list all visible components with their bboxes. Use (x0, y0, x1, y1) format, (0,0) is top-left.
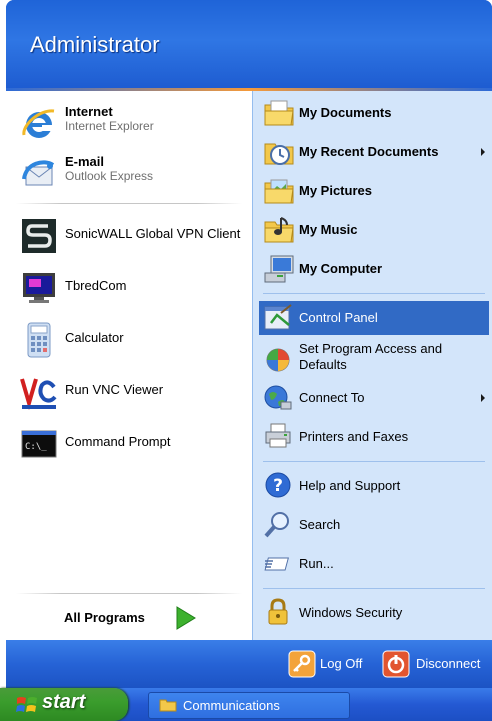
help-separator (263, 461, 485, 462)
vnc-viewer-label: Run VNC Viewer (65, 382, 164, 397)
my-computer-label: My Computer (299, 261, 383, 276)
recent-calculator[interactable]: Calculator (20, 317, 246, 361)
task-label: Communications (183, 698, 280, 713)
printers-faxes-item[interactable]: Printers and Faxes (259, 419, 489, 455)
recent-tbredcom[interactable]: TbredCom (20, 265, 246, 309)
my-computer-icon (264, 255, 294, 283)
set-program-access-line1: Set Program Access and (299, 341, 443, 356)
calculator-icon (27, 322, 51, 358)
calculator-label: Calculator (65, 330, 124, 345)
all-programs-separator (16, 593, 242, 594)
windows-security-item[interactable]: Windows Security (259, 595, 489, 631)
all-programs-label: All Programs (64, 610, 145, 625)
folder-icon (159, 699, 177, 712)
taskbar-button-communications[interactable]: Communications (148, 692, 350, 719)
svg-text:?: ? (273, 476, 283, 496)
email-subtitle: Outlook Express (65, 169, 154, 183)
control-panel-item[interactable]: Control Panel (259, 301, 489, 335)
recent-sonicwall[interactable]: SonicWALL Global VPN Client (20, 213, 246, 257)
my-documents-item[interactable]: My Documents (259, 95, 489, 131)
log-off-button[interactable]: Log Off (288, 648, 374, 680)
submenu-arrow-icon (481, 394, 485, 402)
search-label: Search (299, 517, 341, 532)
all-programs-button[interactable]: All Programs (46, 601, 236, 635)
command-prompt-icon: C:\_ (21, 430, 57, 458)
my-documents-label: My Documents (299, 105, 392, 120)
power-icon (382, 650, 410, 678)
pinned-internet[interactable]: Internet Internet Explorer (20, 101, 240, 145)
run-item[interactable]: Run... (259, 546, 489, 582)
disconnect-label: Disconnect (416, 656, 481, 671)
my-recent-documents-label: My Recent Documents (299, 144, 439, 159)
control-panel-label: Control Panel (299, 310, 378, 325)
pinned-email[interactable]: E-mail Outlook Express (20, 151, 240, 195)
start-button[interactable]: start (0, 688, 128, 721)
recent-documents-icon (264, 143, 294, 165)
windows-logo-icon (16, 697, 37, 712)
internet-explorer-icon (22, 109, 55, 138)
tbredcom-icon (23, 273, 55, 303)
my-pictures-icon (264, 179, 294, 204)
my-computer-item[interactable]: My Computer (259, 251, 489, 287)
run-label: Run... (299, 556, 334, 571)
internet-title: Internet (65, 104, 113, 119)
disconnect-button[interactable]: Disconnect (382, 648, 488, 680)
sonicwall-label: SonicWALL Global VPN Client (65, 226, 241, 241)
green-arrow-icon (176, 606, 196, 630)
sonicwall-icon (22, 219, 56, 253)
my-music-label: My Music (299, 222, 358, 237)
start-menu: Administrator Internet Internet Explorer (6, 0, 492, 688)
printers-faxes-label: Printers and Faxes (299, 429, 409, 444)
email-title: E-mail (65, 154, 105, 169)
connect-to-icon (264, 385, 292, 410)
search-icon (264, 512, 289, 538)
programs-pane: Internet Internet Explorer E-mail Outloo… (6, 91, 252, 640)
run-icon (264, 557, 289, 571)
recent-command-prompt[interactable]: C:\_ Command Prompt (20, 421, 246, 465)
tbredcom-label: TbredCom (65, 278, 127, 293)
connect-to-label: Connect To (299, 390, 365, 405)
username-label: Administrator (30, 32, 160, 57)
set-program-access-item[interactable]: Set Program Access and Defaults (259, 339, 489, 379)
outlook-express-icon (22, 160, 55, 186)
svg-text:C:\_: C:\_ (25, 442, 47, 452)
submenu-arrow-icon (481, 148, 485, 156)
my-music-icon (264, 217, 294, 243)
lock-icon (268, 598, 288, 625)
set-program-access-line2: Defaults (299, 357, 347, 372)
recent-vnc-viewer[interactable]: Run VNC Viewer (20, 369, 246, 413)
places-pane: My Documents My Recent Documents My Pict… (252, 91, 492, 640)
my-documents-icon (264, 100, 294, 126)
pinned-separator (16, 203, 242, 204)
printer-icon (265, 423, 291, 448)
program-access-icon (266, 348, 290, 372)
help-icon: ? (265, 472, 291, 498)
start-label: start (42, 691, 86, 713)
control-panel-icon (264, 304, 292, 330)
search-item[interactable]: Search (259, 507, 489, 543)
key-icon (288, 650, 316, 678)
security-separator (263, 588, 485, 589)
connect-to-item[interactable]: Connect To (259, 380, 489, 416)
my-pictures-item[interactable]: My Pictures (259, 173, 489, 209)
start-menu-footer: Log Off Disconnect (6, 640, 492, 688)
my-pictures-label: My Pictures (299, 183, 372, 198)
start-menu-header: Administrator (6, 0, 492, 90)
internet-subtitle: Internet Explorer (65, 119, 154, 133)
windows-security-label: Windows Security (299, 605, 403, 620)
command-prompt-label: Command Prompt (65, 434, 171, 449)
my-recent-documents-item[interactable]: My Recent Documents (259, 134, 489, 170)
help-support-label: Help and Support (299, 478, 401, 493)
taskbar: start Communications (0, 688, 492, 721)
my-music-item[interactable]: My Music (259, 212, 489, 248)
vnc-viewer-icon (20, 378, 57, 411)
log-off-label: Log Off (320, 656, 363, 671)
places-separator (263, 293, 485, 294)
help-support-item[interactable]: ? Help and Support (259, 468, 489, 504)
